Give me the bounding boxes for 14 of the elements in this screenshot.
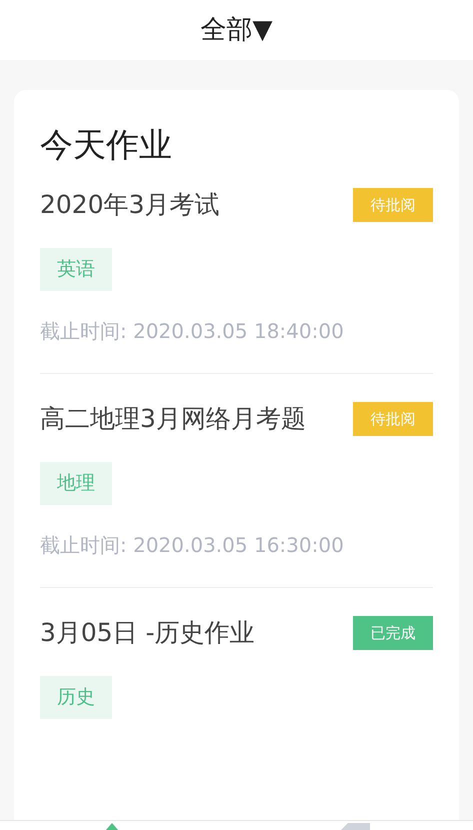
deadline-text: 截止时间: 2020.03.05 18:40:00 bbox=[40, 318, 345, 345]
status-badge: 待批阅 bbox=[353, 188, 433, 222]
status-badge: 待批阅 bbox=[353, 402, 433, 436]
section-title: 今天作业 bbox=[40, 124, 173, 166]
subject-tag: 英语 bbox=[40, 248, 112, 291]
subject-tag: 地理 bbox=[40, 462, 112, 505]
assignment-title[interactable]: 2020年3月考试 bbox=[40, 182, 330, 228]
triangle-icon[interactable] bbox=[105, 823, 119, 830]
status-badge: 已完成 bbox=[353, 616, 433, 650]
subject-tag: 历史 bbox=[40, 676, 112, 719]
deadline-text: 截止时间: 2020.03.05 16:30:00 bbox=[40, 532, 345, 559]
filter-dropdown[interactable]: 全部▼ bbox=[200, 10, 272, 50]
assignment-title[interactable]: 3月05日 -历史作业 bbox=[40, 610, 330, 656]
assignment-title[interactable]: 高二地理3月网络月考题 bbox=[40, 396, 330, 442]
